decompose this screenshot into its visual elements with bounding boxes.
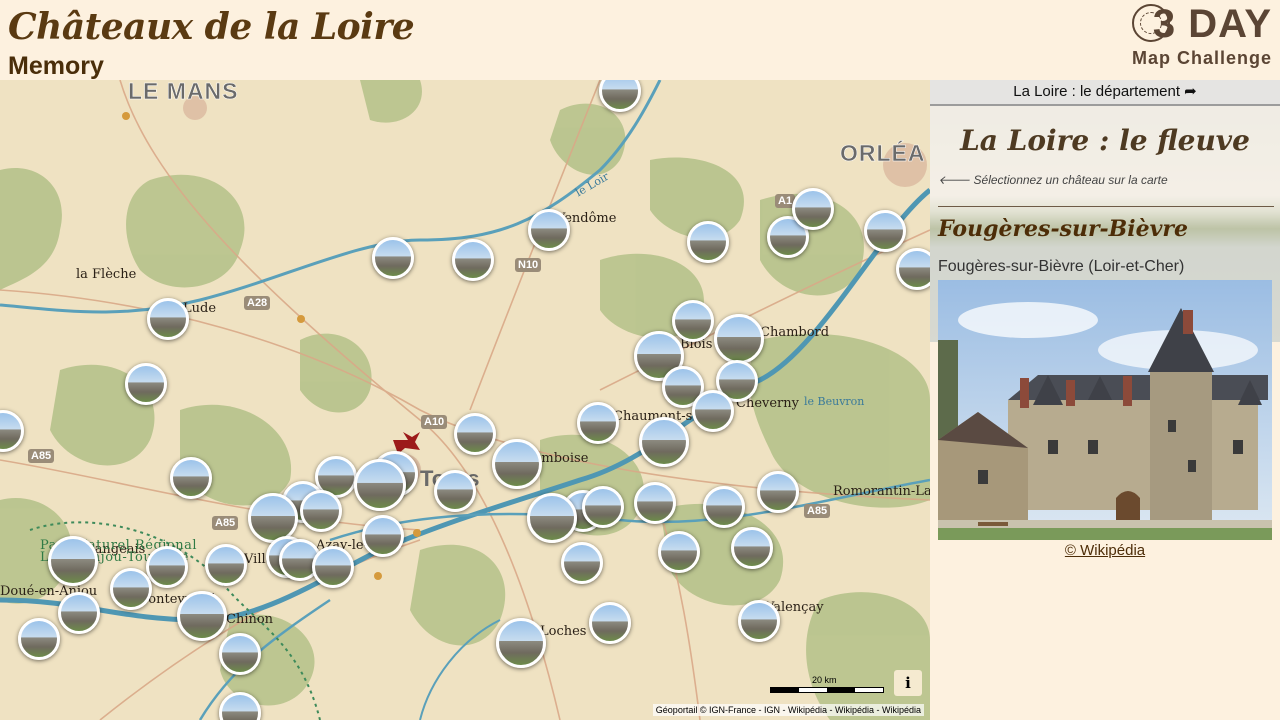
place-label: Chambord (760, 325, 830, 340)
road-shield: A85 (28, 449, 55, 463)
chateau-pin[interactable] (792, 188, 834, 230)
logo-bottom-text: Map Challenge (1131, 48, 1272, 68)
chateau-pin[interactable] (714, 314, 764, 364)
hero-title: La Loire : le fleuve (960, 124, 1250, 157)
chateau-pin[interactable] (896, 248, 930, 290)
chateau-pin[interactable] (354, 459, 406, 511)
chateau-pin[interactable] (639, 417, 689, 467)
place-label: Loches (540, 624, 587, 639)
chateau-pin[interactable] (692, 390, 734, 432)
city-label: LE MANS (128, 80, 239, 104)
scale-label: 20 km (812, 675, 837, 685)
chateau-pin[interactable] (454, 413, 496, 455)
logo-top-text: 3 DAY (1152, 2, 1272, 46)
map-view[interactable]: LE MANS ORLÉA la Flèche Lude Vendôme Blo… (0, 80, 930, 720)
chateau-pin[interactable] (492, 439, 542, 489)
road-shield: A10 (421, 415, 448, 429)
river-label: le Beuvron (804, 395, 865, 408)
map-attribution: Géoportail © IGN-France - IGN - Wikipédi… (652, 704, 924, 716)
road-shield: N10 (515, 258, 542, 272)
chateau-pin[interactable] (703, 486, 745, 528)
page-title: Châteaux de la Loire (8, 6, 415, 48)
chateau-pin[interactable] (757, 471, 799, 513)
road-shield: A28 (244, 296, 271, 310)
chateau-pin[interactable] (362, 515, 404, 557)
chateau-pin[interactable] (658, 531, 700, 573)
chateau-pin[interactable] (589, 602, 631, 644)
chateau-pin[interactable] (634, 482, 676, 524)
info-sidebar: La Loire : le département ➦ La Loire : l… (930, 80, 1280, 720)
chateau-pin[interactable] (864, 210, 906, 252)
chateau-title: Fougères-sur-Bièvre (938, 216, 1188, 242)
chateau-pin[interactable] (219, 633, 261, 675)
place-label: Chinon (226, 612, 274, 627)
chateau-pin[interactable] (738, 600, 780, 642)
page-subtitle: Memory (8, 52, 104, 80)
chateau-pin[interactable] (110, 568, 152, 610)
chateau-pin[interactable] (177, 591, 227, 641)
chateau-pin[interactable] (434, 470, 476, 512)
place-label: Romorantin-La (833, 484, 930, 499)
chateau-pin[interactable] (496, 618, 546, 668)
chateau-pin[interactable] (561, 542, 603, 584)
chateau-pin[interactable] (452, 239, 494, 281)
30daymap-logo[interactable]: 3 DAY Map Challenge (1102, 2, 1272, 74)
chateau-pin[interactable] (527, 493, 577, 543)
chateau-pin[interactable] (672, 300, 714, 342)
chateau-pin[interactable] (170, 457, 212, 499)
chateau-pin[interactable] (147, 298, 189, 340)
wikipedia-credit-link[interactable]: © Wikipédia (930, 542, 1280, 559)
chateau-pin[interactable] (58, 592, 100, 634)
chateau-pin[interactable] (300, 490, 342, 532)
chateau-pin[interactable] (146, 546, 188, 588)
chateau-pin[interactable] (18, 618, 60, 660)
chateau-pin[interactable] (205, 544, 247, 586)
divider (938, 206, 1274, 207)
scale-bar (770, 687, 884, 693)
chateau-location: Fougères-sur-Bièvre (Loir-et-Cher) (938, 258, 1185, 275)
chateau-pin[interactable] (528, 209, 570, 251)
chateau-pin[interactable] (582, 486, 624, 528)
app-header: Châteaux de la Loire Memory 3 DAY Map Ch… (0, 0, 1280, 80)
select-hint: 🡐 Sélectionnez un château sur la carte (938, 173, 1168, 187)
chateau-photo (938, 280, 1272, 540)
chateau-pin[interactable] (577, 402, 619, 444)
chateau-pin[interactable] (372, 237, 414, 279)
chateau-pin[interactable] (125, 363, 167, 405)
city-label: ORLÉA (840, 140, 926, 167)
department-link[interactable]: La Loire : le département ➦ (930, 80, 1280, 106)
road-shield: A85 (804, 504, 831, 518)
chateau-pin[interactable] (312, 546, 354, 588)
map-scale: 20 km (770, 675, 884, 693)
map-info-button[interactable]: i (894, 670, 922, 696)
place-label: la Flèche (76, 267, 137, 282)
chateau-pin[interactable] (731, 527, 773, 569)
chateau-pin[interactable] (687, 221, 729, 263)
chateau-pin[interactable] (48, 536, 98, 586)
road-shield: A85 (212, 516, 239, 530)
